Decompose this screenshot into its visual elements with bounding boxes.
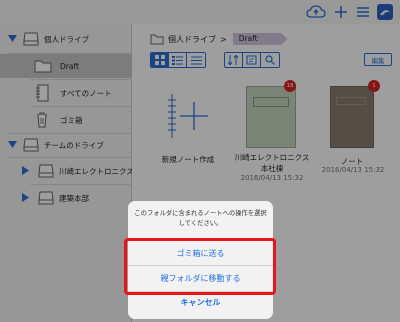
- action-sheet-message: このフォルダに含まれるノートへの操作を選択してください。: [134, 210, 267, 227]
- highlight-box: [124, 238, 276, 295]
